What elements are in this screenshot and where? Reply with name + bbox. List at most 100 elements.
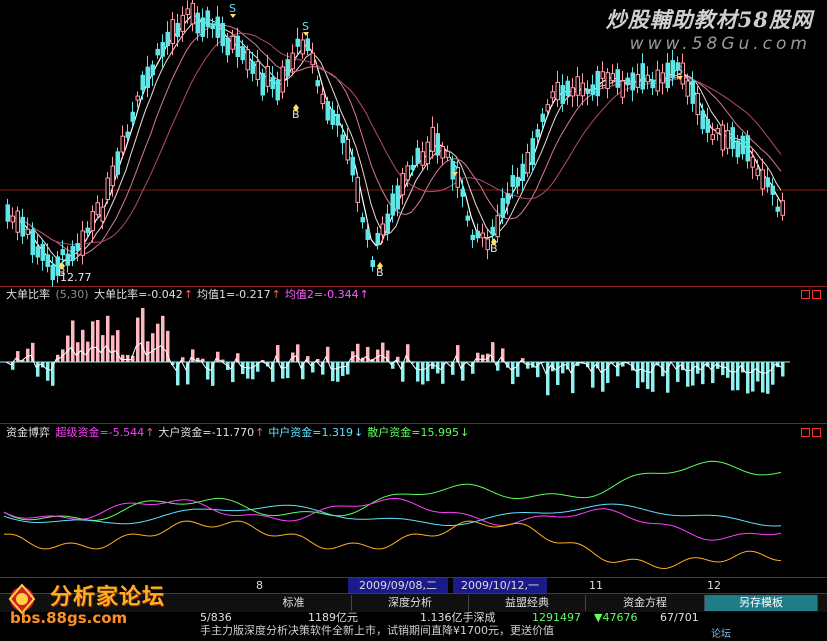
big-order-ratio-chart[interactable] [0,301,827,425]
flow-header: 资金博弈 超级资金=-5.544↑大户资金=-11.770↑中户资金=1.319… [6,426,473,440]
candle-body [286,60,290,76]
osc-bar [731,362,735,390]
candle-body [326,102,330,121]
corner-forum-link[interactable]: 论坛 [711,625,731,640]
candle-body [466,216,470,220]
osc-bar [766,362,770,394]
candle-body [71,246,75,260]
osc-close-icon[interactable] [812,290,821,299]
candle-body [501,199,505,218]
candle-body [221,23,225,45]
candle-body [6,205,10,221]
candle-body [116,152,120,174]
flow-arrow-1: ↑ [145,426,154,439]
tab-save-template[interactable]: 另存模板 [705,595,818,611]
axis-label-date-2[interactable]: 2009/10/12,一 [453,578,547,594]
osc-bar [136,318,140,362]
osc-bar [176,362,180,385]
osc-bar [641,362,645,382]
candle-body [596,72,600,96]
osc-arrow-2: ↑ [272,288,281,301]
candle-body [706,119,710,132]
candle-body [441,146,445,158]
flow-arrow-4: ↓ [460,426,469,439]
candle-body [561,86,565,104]
osc-title: 大单比率 [6,288,50,301]
candle-body [141,75,145,90]
osc-bar [246,362,250,379]
candle-body [271,78,275,89]
candle-body [86,228,90,233]
osc-arrow-3: ↑ [360,288,369,301]
candle-body [301,40,305,54]
flow-super: 超级资金=-5.544 [56,426,145,439]
osc-bar [556,362,560,385]
osc-bar [46,362,50,381]
signal-sell-marker: S [676,64,683,77]
flow-maximize-icon[interactable] [801,428,810,437]
candle-body [81,231,85,255]
candle-body [261,73,265,95]
osc-bar [156,324,160,362]
candle-body [651,80,655,88]
candle-body [721,125,725,150]
osc-bar [146,341,150,362]
candle-body [211,24,215,29]
candle-body [586,89,590,93]
candle-body [606,73,610,89]
osc-bar [561,362,565,373]
flow-big: 大户资金=-11.770 [158,426,254,439]
candle-body [61,250,65,255]
osc-bar [676,362,680,382]
candle-body [91,212,95,231]
candle-body [151,65,155,75]
osc-maximize-icon[interactable] [801,290,810,299]
osc-bar [161,316,165,362]
candle-body [751,157,755,167]
osc-bar [691,362,695,386]
signal-sell-marker: S [302,20,309,33]
flow-mid: 中户资金=1.319 [268,426,353,439]
candle-body [766,178,770,187]
candle-body [646,75,650,82]
candle-body [471,235,475,239]
candle-body [446,151,450,157]
candle-body [671,61,675,78]
candle-body [566,81,570,96]
osc-bar [546,362,550,395]
candle-body [776,207,780,211]
candle-body [306,39,310,51]
candle-body [556,82,560,99]
candle-body [101,207,105,221]
signal-arrow [230,14,236,18]
tab-fund-equation[interactable]: 资金方程 [586,595,705,611]
osc-bar [721,362,725,375]
candle-body [616,70,620,88]
candle-body [496,216,500,237]
axis-label-date-1[interactable]: 2009/09/08,二 [348,578,448,594]
candle-body [181,15,185,31]
candle-body [631,73,635,90]
flow-close-icon[interactable] [812,428,821,437]
osc-arrow-1: ↑ [184,288,193,301]
osc-bar [636,362,640,388]
candle-body [226,38,230,55]
candle-body [16,211,20,232]
fund-flow-chart[interactable] [0,440,827,577]
tab-yimeng-classic[interactable]: 益盟经典 [469,595,586,611]
candle-body [626,78,630,85]
tab-deep-analysis[interactable]: 深度分析 [352,595,469,611]
candle-body [661,73,665,83]
osc-bar [711,362,715,383]
candle-body [131,112,135,121]
flow-arrow-2: ↑ [255,426,264,439]
osc-bar [756,362,760,382]
price-chart[interactable]: SSSSBBBB 12.77 [0,0,827,287]
tab-standard[interactable]: 标准 [236,595,352,611]
osc-bar [281,362,285,379]
osc-params: (5,30) [56,288,89,301]
osc-bar [761,362,765,392]
candle-body [206,11,210,27]
candle-body [316,81,320,86]
candle-body [541,114,545,121]
